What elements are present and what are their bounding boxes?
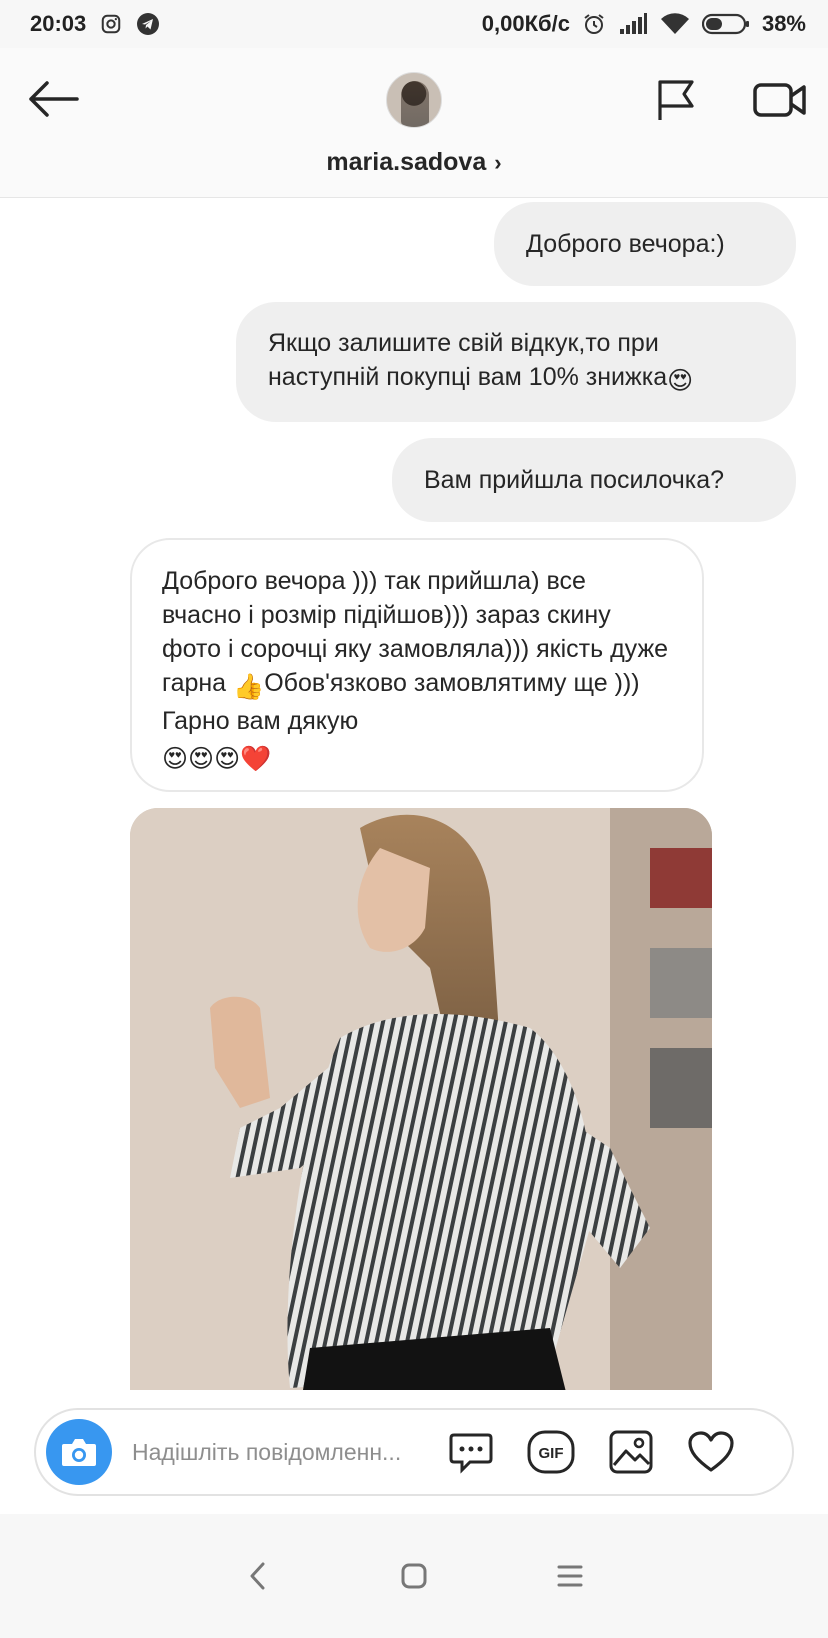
username: maria.sadova: [326, 148, 487, 176]
message-thread[interactable]: Доброго вечора:) Якщо залишите свій відк…: [0, 198, 828, 1390]
battery-percent: 38%: [761, 11, 806, 36]
nav-back-button[interactable]: [228, 1546, 288, 1606]
chevron-right-icon: ›: [494, 149, 502, 175]
nav-home-icon: [401, 1563, 427, 1589]
incoming-message[interactable]: Доброго вечора ))) так прийшла) все вчас…: [130, 538, 704, 792]
nav-back-icon: [250, 1562, 265, 1590]
video-call-button[interactable]: [750, 74, 810, 126]
profile-link[interactable]: maria.sadova ›: [0, 148, 828, 177]
wifi-icon: [660, 13, 690, 35]
like-button[interactable]: [684, 1425, 738, 1479]
network-speed: 0,00Кб/с: [481, 11, 570, 36]
outgoing-message[interactable]: Доброго вечора:): [494, 202, 796, 286]
heart-eyes-emoji-icon: 😍: [667, 367, 694, 395]
instagram-icon: [100, 13, 122, 35]
report-button[interactable]: [650, 74, 702, 126]
message-input[interactable]: [132, 1438, 432, 1466]
message-text: Якщо залишите свій відкук,то при наступн…: [268, 329, 668, 391]
alarm-icon: [582, 12, 606, 36]
quick-replies-button[interactable]: [444, 1425, 498, 1479]
status-left: 20:03: [30, 11, 160, 37]
nav-menu-icon: [557, 1565, 583, 1587]
nav-menu-button[interactable]: [540, 1546, 600, 1606]
chat-bubble-icon: [449, 1433, 493, 1474]
status-bar: 20:03 0,00Кб/с 38%: [0, 0, 828, 48]
gif-button[interactable]: GIF: [524, 1425, 578, 1479]
status-time: 20:03: [30, 11, 87, 36]
back-button[interactable]: [24, 70, 82, 128]
photo-message[interactable]: [130, 808, 712, 1390]
nav-home-button[interactable]: [384, 1546, 444, 1606]
gif-icon: GIF: [527, 1430, 575, 1474]
gallery-icon: [609, 1430, 653, 1474]
battery-icon: [701, 12, 750, 36]
gallery-button[interactable]: [604, 1425, 658, 1479]
heart-icon: [688, 1431, 734, 1472]
gif-label: GIF: [539, 1445, 564, 1462]
status-right: 0,00Кб/с 38%: [482, 11, 806, 37]
message-text: Вам прийшла посилочка?: [424, 466, 725, 494]
message-text-wrap: Якщо залишите свій відкук,то при наступн…: [268, 326, 764, 398]
avatar[interactable]: [386, 72, 442, 128]
chat-header: maria.sadova ›: [0, 48, 828, 198]
composer-area: GIF: [0, 1390, 828, 1514]
photo-image: [130, 808, 712, 1390]
telegram-icon: [136, 12, 160, 36]
flag-icon: [658, 80, 694, 120]
message-text: Доброго вечора:): [526, 230, 725, 258]
camera-icon: [62, 1439, 96, 1466]
outgoing-message[interactable]: Вам прийшла посилочка?: [392, 438, 796, 522]
video-call-icon: [753, 83, 806, 117]
outgoing-message[interactable]: Якщо залишите свій відкук,то при наступн…: [236, 302, 796, 422]
back-arrow-icon: [29, 81, 79, 117]
system-nav-bar: [0, 1514, 828, 1638]
camera-button[interactable]: [46, 1419, 112, 1485]
signal-icon: [618, 13, 648, 35]
emoji-hearts-icon: 😍😍😍❤️: [162, 745, 272, 773]
message-composer: GIF: [34, 1408, 794, 1496]
thumbs-up-emoji-icon: 👍: [233, 673, 265, 701]
